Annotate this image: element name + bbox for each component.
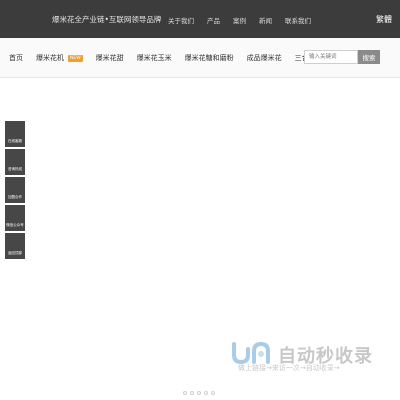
slider-dot[interactable] <box>197 391 201 395</box>
slider-dot[interactable] <box>183 391 187 395</box>
search-box: 搜索 <box>304 50 380 64</box>
search-button[interactable]: 搜索 <box>358 50 380 64</box>
watermark-subtitle: 做上链接→来访一次→自动收录→ <box>238 364 340 372</box>
top-link-products[interactable]: 产品 <box>207 15 220 25</box>
slider-dot[interactable] <box>211 391 215 395</box>
nav-item-label: 爆米花机 <box>36 54 64 62</box>
top-link-news[interactable]: 新闻 <box>259 15 272 25</box>
nav-item-popcorn-corn[interactable]: 爆米花玉米 <box>137 53 172 63</box>
sidebar-franchise-button[interactable]: 加盟合作 <box>5 177 25 205</box>
nav-item-home[interactable]: 首页 <box>9 53 23 63</box>
top-link-contact[interactable]: 联系我们 <box>285 15 311 25</box>
language-toggle[interactable]: 繁體 <box>376 14 392 25</box>
nav-item-popcorn-machine[interactable]: 爆米花机 NEW <box>36 53 83 63</box>
nav-item-popcorn-sweet[interactable]: 爆米花甜 <box>96 53 124 63</box>
nav-item-popcorn-sugar[interactable]: 爆米花糖和磨粉 <box>185 53 234 63</box>
top-link-about[interactable]: 关于我们 <box>168 15 194 25</box>
floating-sidebar: 在线客服 咨询热线 加盟合作 微信公众号 返回顶部 <box>5 121 25 261</box>
search-input[interactable] <box>304 50 358 64</box>
slider-dot[interactable] <box>190 391 194 395</box>
top-nav: 关于我们 产品 案例 新闻 联系我们 <box>168 15 324 25</box>
sidebar-button-label: 加盟合作 <box>8 195 22 199</box>
sidebar-wechat-button[interactable]: 微信公众号 <box>5 205 25 233</box>
nav-item-finished-popcorn[interactable]: 成品爆米花 <box>247 53 282 63</box>
header-slogan: 爆米花全产业链•互联网领导品牌 <box>52 15 162 24</box>
top-bar: 爆米花全产业链•互联网领导品牌 关于我们 产品 案例 新闻 联系我们 繁體 <box>0 0 400 38</box>
main-nav-bar: 首页 爆米花机NEW 爆米花甜 爆米花玉米 爆米花糖和磨粉 成品爆米花 三合一爆… <box>0 38 400 78</box>
sidebar-button-label: 微信公众号 <box>6 223 24 227</box>
sidebar-back-to-top-button[interactable]: 返回顶部 <box>5 233 25 261</box>
slider-dots <box>183 391 215 395</box>
sidebar-button-label: 在线客服 <box>8 139 22 143</box>
main-nav: 首页 爆米花机NEW 爆米花甜 爆米花玉米 爆米花糖和磨粉 成品爆米花 三合一爆… <box>9 53 350 63</box>
sidebar-button-label: 返回顶部 <box>8 251 22 255</box>
new-badge: NEW <box>68 55 83 62</box>
sidebar-online-service-button[interactable]: 在线客服 <box>5 121 25 149</box>
sidebar-button-label: 咨询热线 <box>8 167 22 171</box>
top-link-cases[interactable]: 案例 <box>233 15 246 25</box>
sidebar-hotline-button[interactable]: 咨询热线 <box>5 149 25 177</box>
slider-dot[interactable] <box>204 391 208 395</box>
watermark: 自动秒收录 做上链接→来访一次→自动收录→ <box>230 340 385 376</box>
